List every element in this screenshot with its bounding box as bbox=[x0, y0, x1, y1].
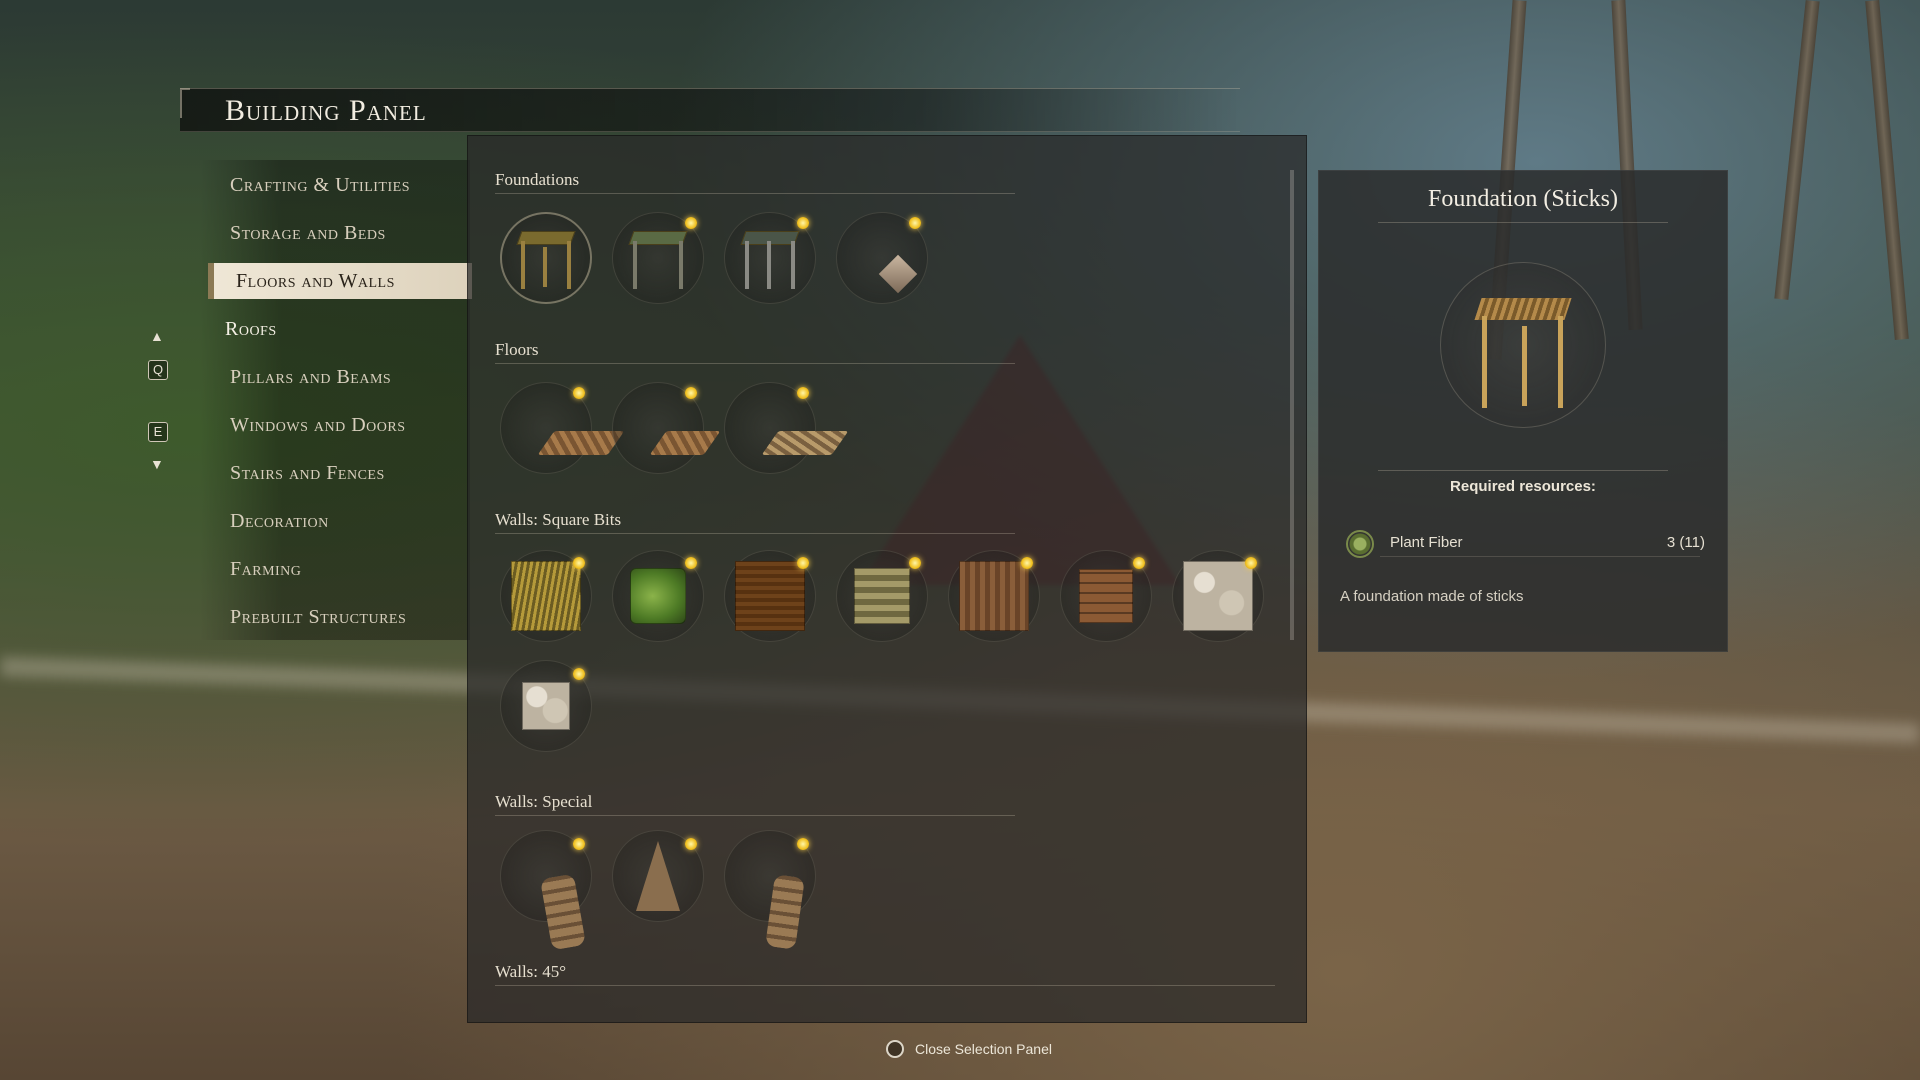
category-stairs-fences[interactable]: Stairs and Fences bbox=[230, 455, 470, 491]
resource-count: 3 (11) bbox=[1666, 534, 1705, 551]
new-badge-icon bbox=[685, 387, 697, 399]
new-badge-icon bbox=[573, 387, 585, 399]
required-resources-label: Required resources: bbox=[1450, 478, 1596, 495]
wall-wood-icon bbox=[959, 561, 1029, 631]
wall-triangle-icon bbox=[636, 841, 680, 911]
mouse-right-icon bbox=[886, 1040, 904, 1058]
foundation-sticks-icon bbox=[515, 225, 577, 291]
section-floors: Floors bbox=[495, 340, 1015, 364]
scrollbar[interactable] bbox=[1290, 170, 1294, 640]
new-badge-icon bbox=[909, 217, 921, 229]
section-walls-special: Walls: Special bbox=[495, 792, 1015, 816]
section-walls-square: Walls: Square Bits bbox=[495, 510, 1015, 534]
new-badge-icon bbox=[573, 838, 585, 850]
foundation-preview-icon bbox=[1474, 298, 1572, 408]
new-badge-icon bbox=[685, 557, 697, 569]
wall-grass-icon bbox=[511, 561, 581, 631]
new-badge-icon bbox=[685, 217, 697, 229]
wall-stone-icon bbox=[1183, 561, 1253, 631]
plant-fiber-icon bbox=[1346, 530, 1374, 558]
new-badge-icon bbox=[1021, 557, 1033, 569]
new-badge-icon bbox=[909, 557, 921, 569]
next-category-key[interactable]: E bbox=[148, 422, 168, 442]
new-badge-icon bbox=[797, 387, 809, 399]
wall-weave-icon bbox=[735, 561, 805, 631]
new-badge-icon bbox=[1133, 557, 1145, 569]
category-windows-doors[interactable]: Windows and Doors bbox=[230, 407, 470, 443]
wall-leaf-icon bbox=[630, 568, 686, 624]
foundation-frame-icon bbox=[739, 225, 801, 291]
new-badge-icon bbox=[797, 217, 809, 229]
category-decoration[interactable]: Decoration bbox=[230, 503, 470, 539]
wall-mud-icon bbox=[1079, 569, 1133, 623]
close-selection-panel-hint[interactable]: Close Selection Panel bbox=[915, 1041, 1052, 1057]
category-floors-walls[interactable]: Floors and Walls bbox=[208, 263, 472, 299]
category-prebuilt-structures[interactable]: Prebuilt Structures bbox=[230, 599, 470, 635]
new-badge-icon bbox=[1245, 557, 1257, 569]
palm-trunk bbox=[1774, 0, 1820, 300]
detail-title: Foundation (Sticks) bbox=[1428, 186, 1618, 212]
triangle-down-icon[interactable]: ▼ bbox=[150, 456, 164, 472]
resource-name: Plant Fiber bbox=[1390, 534, 1463, 551]
divider bbox=[1380, 556, 1700, 557]
prev-category-key[interactable]: Q bbox=[148, 360, 168, 380]
wall-stone-small-icon bbox=[522, 682, 570, 730]
new-badge-icon bbox=[573, 557, 585, 569]
divider bbox=[1378, 222, 1668, 223]
section-foundations: Foundations bbox=[495, 170, 1015, 194]
panel-title: Building Panel bbox=[225, 94, 427, 127]
category-farming[interactable]: Farming bbox=[230, 551, 470, 587]
category-roofs[interactable]: Roofs bbox=[225, 311, 465, 347]
category-pillars-beams[interactable]: Pillars and Beams bbox=[230, 359, 470, 395]
title-bar-corner bbox=[180, 88, 190, 118]
stone-block-icon bbox=[878, 254, 918, 294]
wall-stick-icon bbox=[854, 568, 910, 624]
foundation-planks-icon bbox=[627, 225, 689, 291]
item-foundation-sticks[interactable] bbox=[500, 212, 592, 304]
palm-trunk bbox=[1865, 0, 1909, 340]
new-badge-icon bbox=[797, 838, 809, 850]
category-crafting-utilities[interactable]: Crafting & Utilities bbox=[230, 167, 470, 203]
category-storage-beds[interactable]: Storage and Beds bbox=[230, 215, 470, 251]
section-walls-45: Walls: 45° bbox=[495, 962, 1275, 986]
new-badge-icon bbox=[797, 557, 809, 569]
item-description: A foundation made of sticks bbox=[1340, 588, 1524, 605]
new-badge-icon bbox=[685, 838, 697, 850]
new-badge-icon bbox=[573, 668, 585, 680]
triangle-up-icon[interactable]: ▲ bbox=[150, 328, 164, 344]
divider bbox=[1378, 470, 1668, 471]
